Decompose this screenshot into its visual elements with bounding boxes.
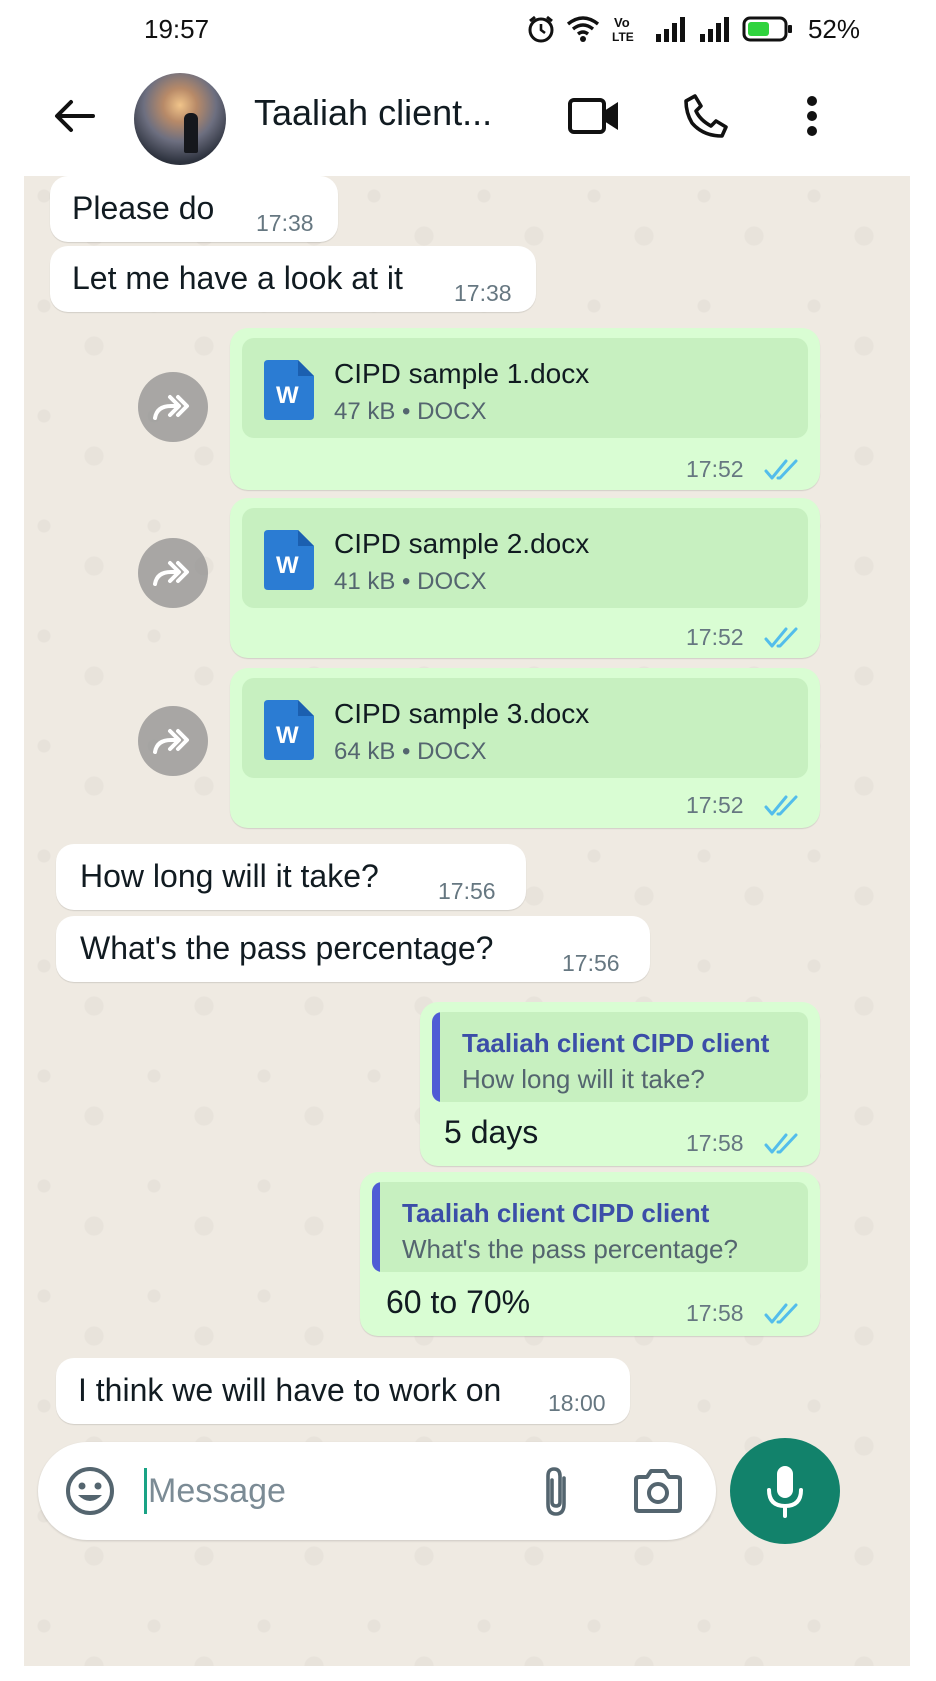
message-outgoing-reply[interactable]: Taaliah client CIPD client What's the pa…: [360, 1172, 820, 1336]
forward-button[interactable]: [138, 538, 208, 608]
document-card[interactable]: W CIPD sample 2.docx 41 kB • DOCX: [242, 508, 808, 608]
message-incoming[interactable]: How long will it take? 17:56: [56, 844, 526, 910]
voice-record-button[interactable]: [730, 1438, 840, 1544]
document-name: CIPD sample 3.docx: [334, 698, 590, 729]
document-name: CIPD sample 2.docx: [334, 528, 590, 559]
message-time: 17:38: [256, 210, 314, 236]
more-vertical-icon: [807, 96, 817, 136]
quoted-message[interactable]: Taaliah client CIPD client How long will…: [432, 1012, 808, 1102]
voice-call-button[interactable]: [676, 86, 736, 146]
read-ticks-icon: [764, 795, 798, 816]
emoji-icon[interactable]: [64, 1465, 116, 1517]
message-text: Please do: [72, 190, 215, 226]
quote-author: Taaliah client CIPD client: [462, 1028, 770, 1058]
message-time: 17:58: [686, 1300, 744, 1326]
paperclip-icon[interactable]: [536, 1464, 576, 1520]
alarm-icon: [528, 15, 554, 43]
message-composer[interactable]: [38, 1442, 716, 1540]
message-time: 17:52: [686, 624, 744, 650]
wifi-icon: [566, 16, 600, 42]
quote-bar: [372, 1182, 380, 1272]
message-text: 60 to 70%: [386, 1284, 531, 1320]
message-time: 17:58: [686, 1130, 744, 1156]
message-outgoing-reply[interactable]: Taaliah client CIPD client How long will…: [420, 1002, 820, 1166]
document-card[interactable]: W CIPD sample 3.docx 64 kB • DOCX: [242, 678, 808, 778]
message-time: 18:00: [548, 1390, 606, 1416]
read-ticks-icon: [764, 459, 798, 480]
video-call-button[interactable]: [564, 86, 624, 146]
menu-button[interactable]: [782, 86, 842, 146]
arrow-left-icon: [55, 100, 95, 132]
message-time: 17:38: [454, 280, 512, 306]
signal-icon: [699, 17, 729, 42]
status-icons: Vo LTE 52%: [526, 12, 860, 46]
message-input[interactable]: [148, 1464, 508, 1518]
document-icon-letter: W: [276, 722, 299, 749]
read-ticks-icon: [764, 627, 798, 648]
chat-header: Taaliah client...: [0, 62, 936, 172]
battery-percent: 52%: [807, 13, 860, 44]
quote-text: How long will it take?: [462, 1064, 705, 1094]
read-ticks-icon: [764, 1303, 798, 1324]
message-time: 17:56: [438, 878, 496, 904]
message-time: 17:56: [562, 950, 620, 976]
document-icon-letter: W: [276, 552, 299, 579]
status-time: 19:57: [144, 14, 210, 44]
document-meta: 64 kB • DOCX: [334, 738, 487, 765]
document-meta: 47 kB • DOCX: [334, 398, 487, 425]
back-button[interactable]: [48, 90, 100, 142]
document-meta: 41 kB • DOCX: [334, 568, 487, 595]
text-caret: [144, 1468, 147, 1514]
video-camera-icon: [568, 98, 618, 134]
document-card[interactable]: W CIPD sample 1.docx 47 kB • DOCX: [242, 338, 808, 438]
message-incoming[interactable]: What's the pass percentage? 17:56: [56, 916, 650, 982]
message-text: How long will it take?: [80, 858, 379, 894]
message-incoming[interactable]: I think we will have to work on 18:00: [56, 1358, 630, 1424]
message-outgoing-document[interactable]: W CIPD sample 1.docx 47 kB • DOCX 17:52: [230, 328, 820, 490]
camera-icon[interactable]: [632, 1468, 684, 1514]
forward-icon: [153, 561, 189, 586]
message-outgoing-document[interactable]: W CIPD sample 3.docx 64 kB • DOCX 17:52: [230, 668, 820, 828]
quoted-message[interactable]: Taaliah client CIPD client What's the pa…: [372, 1182, 808, 1272]
message-text: I think we will have to work on: [78, 1372, 502, 1408]
document-icon-letter: W: [276, 382, 299, 409]
forward-icon: [153, 395, 189, 420]
message-incoming[interactable]: Let me have a look at it 17:38: [50, 246, 536, 312]
volte-top: Vo: [614, 15, 630, 30]
message-incoming[interactable]: Please do 17:38: [50, 176, 338, 242]
forward-icon: [153, 729, 189, 754]
message-text: Let me have a look at it: [72, 260, 403, 296]
signal-icon: [655, 17, 685, 42]
battery-icon: [742, 16, 792, 42]
forward-button[interactable]: [138, 372, 208, 442]
avatar[interactable]: [134, 73, 226, 165]
microphone-icon: [767, 1466, 803, 1518]
message-outgoing-document[interactable]: W CIPD sample 2.docx 41 kB • DOCX 17:52: [230, 498, 820, 658]
read-ticks-icon: [764, 1133, 798, 1154]
quote-bar: [432, 1012, 440, 1102]
volte-bottom: LTE: [612, 30, 634, 44]
volte-icon: Vo LTE: [612, 15, 634, 44]
contact-name[interactable]: Taaliah client...: [254, 92, 492, 134]
quote-text: What's the pass percentage?: [402, 1234, 738, 1264]
phone-icon: [684, 94, 728, 138]
message-time: 17:52: [686, 456, 744, 482]
forward-button[interactable]: [138, 706, 208, 776]
message-text: What's the pass percentage?: [80, 930, 494, 966]
message-time: 17:52: [686, 792, 744, 818]
status-bar: 19:57 Vo LTE 52%: [0, 0, 936, 60]
document-name: CIPD sample 1.docx: [334, 358, 590, 389]
quote-author: Taaliah client CIPD client: [402, 1198, 710, 1228]
message-text: 5 days: [444, 1114, 539, 1150]
